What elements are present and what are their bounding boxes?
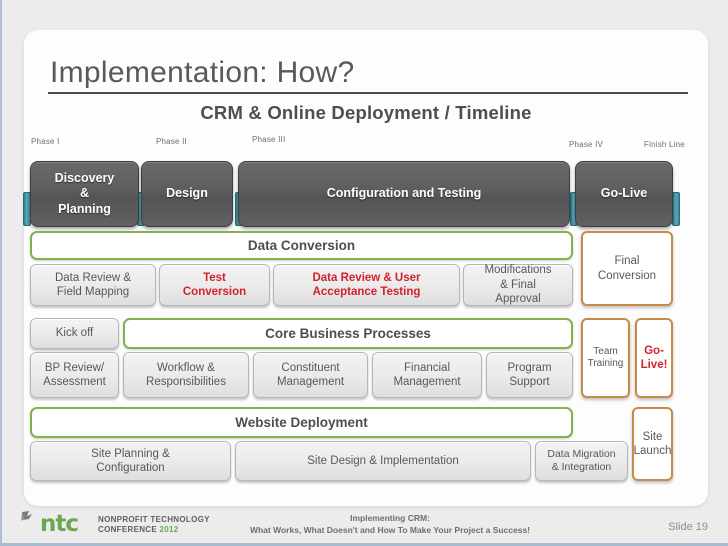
connector-finish-icon xyxy=(672,192,680,226)
task-data-review-field-mapping[interactable]: Data Review & Field Mapping xyxy=(30,264,156,306)
task-bp-review-assessment[interactable]: BP Review/Assessment xyxy=(30,352,119,398)
task-data-review-user-acceptance-testing-label: Data Review & User Acceptance Testing xyxy=(312,271,421,298)
milestone-go-live[interactable]: Go- Live! xyxy=(635,318,673,398)
task-modifications-final-approval[interactable]: Modifications & Final Approval xyxy=(463,264,573,306)
footer-line-1: Implementing CRM: xyxy=(350,513,430,523)
slide-number: Slide 19 xyxy=(668,521,708,533)
milestone-team-training-label: Team Training xyxy=(587,345,624,370)
ntc-year: 2012 xyxy=(159,525,179,534)
track-band-core-business-processes-label: Core Business Processes xyxy=(265,326,431,341)
milestone-site-launch[interactable]: Site Launch xyxy=(632,407,673,481)
task-modifications-final-approval-label: Modifications & Final Approval xyxy=(484,264,552,306)
task-data-review-field-mapping-label: Data Review & Field Mapping xyxy=(54,271,132,298)
milestone-site-launch-label: Site Launch xyxy=(633,430,672,457)
phase-bar-configuration-testing-label: Configuration and Testing xyxy=(326,186,482,201)
milestone-team-training[interactable]: Team Training xyxy=(581,318,630,398)
task-financial-management-label: Financial Management xyxy=(393,361,461,388)
footer-line-2: What Works, What Doesn't and How To Make… xyxy=(249,525,531,536)
task-data-migration-integration-label: Data Migration & Integration xyxy=(547,447,616,473)
slide-card: Implementation: How? CRM & Online Deploy… xyxy=(23,30,708,506)
milestone-final-conversion-label: Final Conversion xyxy=(597,255,657,282)
ntc-conference-word: CONFERENCE xyxy=(98,525,158,534)
task-site-design-implementation[interactable]: Site Design & Implementation xyxy=(235,441,531,481)
phase-bar-go-live-label: Go-Live xyxy=(600,186,648,201)
task-program-support-label: Program Support xyxy=(507,361,552,388)
task-program-support[interactable]: Program Support xyxy=(486,352,573,398)
ntc-tagline-line2: CONFERENCE 2012 xyxy=(98,525,179,534)
task-data-review-user-acceptance-testing[interactable]: Data Review & User Acceptance Testing xyxy=(273,264,460,306)
task-test-conversion[interactable]: Test Conversion xyxy=(159,264,270,306)
phase-label-3: Phase III xyxy=(252,135,286,144)
task-bp-review-assessment-label: BP Review/Assessment xyxy=(43,361,106,388)
bird-icon xyxy=(21,511,32,521)
footer-text: Implementing CRM: What Works, What Doesn… xyxy=(190,512,590,537)
phase-label-5: Finish Line xyxy=(644,140,685,149)
track-band-data-conversion[interactable]: Data Conversion xyxy=(30,231,573,260)
task-financial-management[interactable]: Financial Management xyxy=(372,352,482,398)
task-workflow-responsibilities[interactable]: Workflow & Responsibilities xyxy=(123,352,249,398)
phase-bar-design-label: Design xyxy=(166,186,208,201)
task-site-planning-configuration[interactable]: Site Planning & Configuration xyxy=(30,441,231,481)
task-kick-off-label: Kick off xyxy=(55,327,94,340)
phase-label-2: Phase II xyxy=(156,137,187,146)
track-band-website-deployment-label: Website Deployment xyxy=(235,415,368,430)
phase-label-1: Phase I xyxy=(31,137,60,146)
phase-bar-configuration-testing[interactable]: Configuration and Testing xyxy=(238,161,570,227)
ntc-wordmark: ntc xyxy=(40,511,79,537)
task-data-migration-integration[interactable]: Data Migration & Integration xyxy=(535,441,628,481)
phase-bar-discovery-planning-label: Discovery & Planning xyxy=(54,170,115,216)
milestone-go-live-label: Go- Live! xyxy=(640,344,668,371)
task-workflow-responsibilities-label: Workflow & Responsibilities xyxy=(146,361,226,388)
phase-bar-go-live[interactable]: Go-Live xyxy=(575,161,673,227)
task-site-planning-configuration-label: Site Planning & Configuration xyxy=(91,447,170,474)
track-band-website-deployment[interactable]: Website Deployment xyxy=(30,407,573,438)
track-band-core-business-processes[interactable]: Core Business Processes xyxy=(123,318,573,349)
task-kick-off[interactable]: Kick off xyxy=(30,318,119,349)
track-band-data-conversion-label: Data Conversion xyxy=(247,238,356,253)
phase-label-4: Phase IV xyxy=(569,140,604,149)
task-site-design-implementation-label: Site Design & Implementation xyxy=(307,454,459,467)
timeline-chart: Phase I Phase II Phase III Phase IV Fini… xyxy=(23,30,708,506)
task-constituent-management-label: Constituent Management xyxy=(276,361,345,388)
ntc-logo: ntc NONPROFIT TECHNOLOGY CONFERENCE 2012 xyxy=(16,511,209,542)
phase-bar-design[interactable]: Design xyxy=(141,161,233,227)
task-test-conversion-label: Test Conversion xyxy=(182,271,247,298)
task-constituent-management[interactable]: Constituent Management xyxy=(253,352,368,398)
milestone-final-conversion[interactable]: Final Conversion xyxy=(581,231,673,306)
slide-canvas: Implementation: How? CRM & Online Deploy… xyxy=(0,0,728,546)
phase-bar-discovery-planning[interactable]: Discovery & Planning xyxy=(30,161,139,227)
